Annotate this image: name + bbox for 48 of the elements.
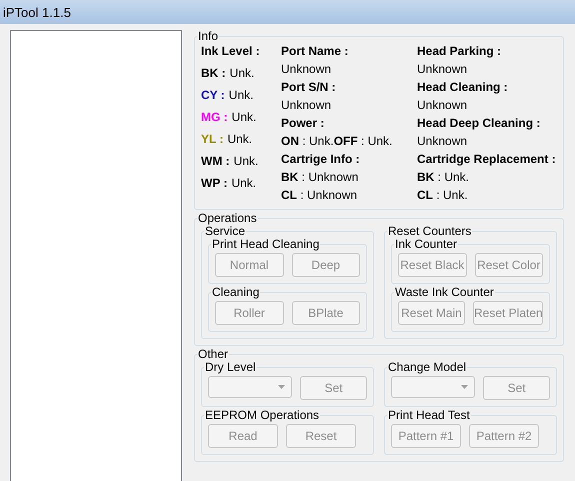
window-title: iPTool 1.1.5 (3, 4, 71, 20)
info-value: BK : Unknown (281, 169, 360, 185)
list-box[interactable] (10, 30, 182, 481)
ink-level-label: Ink Level : (201, 43, 261, 59)
group-title: Info (197, 30, 220, 43)
ink-name: BK : (201, 65, 226, 81)
ink-value: Unk. (228, 87, 254, 103)
info-value: BK : Unk. (417, 169, 470, 185)
info-value: Unknown (417, 61, 468, 77)
info-label: Cartrige Info : (281, 151, 361, 167)
group-title: Print Head Test (387, 409, 471, 422)
info-label: Port S/N : (281, 79, 337, 95)
group-title: Cleaning (211, 286, 260, 299)
info-value: Unknown (417, 97, 468, 113)
info-label: Head Cleaning : (417, 79, 509, 95)
info-value: Unknown (281, 97, 332, 113)
ink-name: MG : (201, 109, 228, 125)
info-value: Unknown (281, 61, 332, 77)
ink-name: WP : (201, 175, 228, 191)
group-title: Other (197, 348, 230, 361)
ink-value: Unk. (230, 65, 254, 81)
info-value: ON : Unk.OFF : Unk. (281, 133, 394, 149)
group-title: Operations (197, 212, 258, 225)
group-title: EEPROM Operations (204, 409, 320, 422)
info-value: CL : Unknown (281, 187, 358, 203)
info-label: Cartridge Replacement : (417, 151, 557, 167)
info-label: Power : (281, 115, 326, 131)
group-title: Dry Level (204, 361, 257, 374)
group-title: Waste Ink Counter (394, 286, 495, 299)
group-title: Reset Counters (387, 225, 472, 238)
info-value: CL : Unk. (417, 187, 469, 203)
ink-name: WM : (201, 153, 230, 169)
ink-name: YL : (201, 131, 224, 147)
caret-icon (461, 385, 468, 389)
info-label: Head Deep Cleaning : (417, 115, 542, 131)
info-label: Head Parking : (417, 43, 502, 59)
group-title: Service (205, 225, 246, 238)
ink-value: Unk. (232, 109, 256, 125)
caret-icon (278, 385, 286, 389)
ink-value: Unk. (231, 175, 256, 191)
info-value: Unknown (417, 133, 468, 149)
ink-value: Unk. (234, 153, 258, 169)
ink-name: CY : (201, 87, 225, 103)
group-title: Print Head Cleaning (211, 238, 320, 251)
ink-value: Unk. (227, 131, 252, 147)
group-title: Change Model (387, 361, 468, 374)
info-label: Port Name : (281, 43, 350, 59)
group-title: Ink Counter (394, 238, 458, 251)
